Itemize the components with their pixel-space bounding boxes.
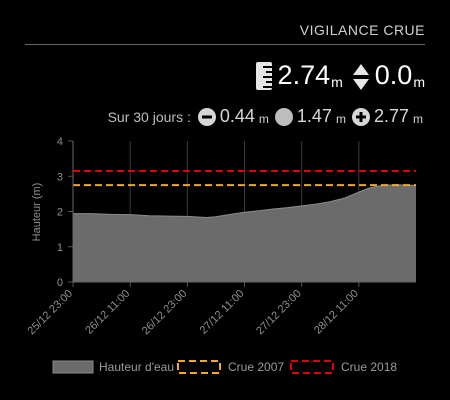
stat-avg-value: 1.47 (296, 106, 332, 126)
x-tick-label: 25/12 23:00 (26, 288, 76, 338)
current-level-value: 2.74 (277, 60, 331, 90)
y-tick-label: 2 (57, 207, 63, 219)
x-tick-label: 27/12 11:00 (198, 288, 247, 337)
chart-legend: Hauteur d'eau Crue 2007 Crue 2018 (52, 360, 397, 374)
flood-watch-widget: VIGILANCE CRUE 2.74 m 0.0 m Sur 30 jours… (0, 0, 450, 400)
legend-label: Crue 2007 (228, 360, 284, 374)
level-variation-unit: m (413, 74, 425, 90)
level-variation: 0.0 m (375, 60, 425, 90)
widget-title: VIGILANCE CRUE (299, 22, 425, 38)
plus-circle-icon (351, 108, 370, 126)
stats-label: Sur 30 jours : (107, 109, 191, 125)
widget-header: VIGILANCE CRUE (25, 18, 425, 45)
x-tick-label: 26/12 23:00 (140, 288, 190, 338)
current-level-row: 2.74 m 0.0 m (255, 56, 425, 90)
level-variation-value: 0.0 (374, 60, 413, 90)
stat-max-value: 2.77 (373, 106, 409, 126)
y-tick-label: 1 (57, 242, 63, 254)
current-level: 2.74 m (278, 60, 343, 90)
stat-max-unit: m (413, 112, 423, 126)
x-tick-label: 27/12 23:00 (254, 288, 304, 338)
x-tick-label: 28/12 11:00 (312, 288, 361, 337)
legend-swatch-water-level (52, 360, 94, 374)
legend-label: Crue 2018 (341, 360, 397, 374)
water-level-chart: 0123425/12 23:00 26/12 11:00 26/12 23:00 27… (26, 136, 417, 374)
legend-label: Hauteur d'eau (99, 360, 174, 374)
y-tick-label: 0 (57, 277, 63, 289)
minus-circle-icon (197, 108, 216, 126)
up-down-icon (352, 64, 369, 90)
y-tick-label: 3 (57, 171, 63, 183)
stats-30-days-row: Sur 30 jours : 0.44 m 1.47 m 2.77 m (108, 102, 425, 126)
y-tick-label: 4 (57, 136, 63, 148)
x-tick-label: 26/12 11:00 (83, 288, 132, 337)
legend-swatch-crue-2018 (290, 360, 334, 374)
current-level-unit: m (331, 74, 343, 90)
stat-avg-unit: m (335, 112, 346, 126)
y-axis-label: Hauteur (m) (31, 183, 43, 242)
stat-min-unit: m (258, 112, 269, 126)
stat-min-value: 0.44 (219, 106, 255, 126)
ruler-icon (255, 62, 272, 90)
circle-icon (274, 108, 293, 126)
legend-swatch-crue-2007 (177, 360, 221, 374)
